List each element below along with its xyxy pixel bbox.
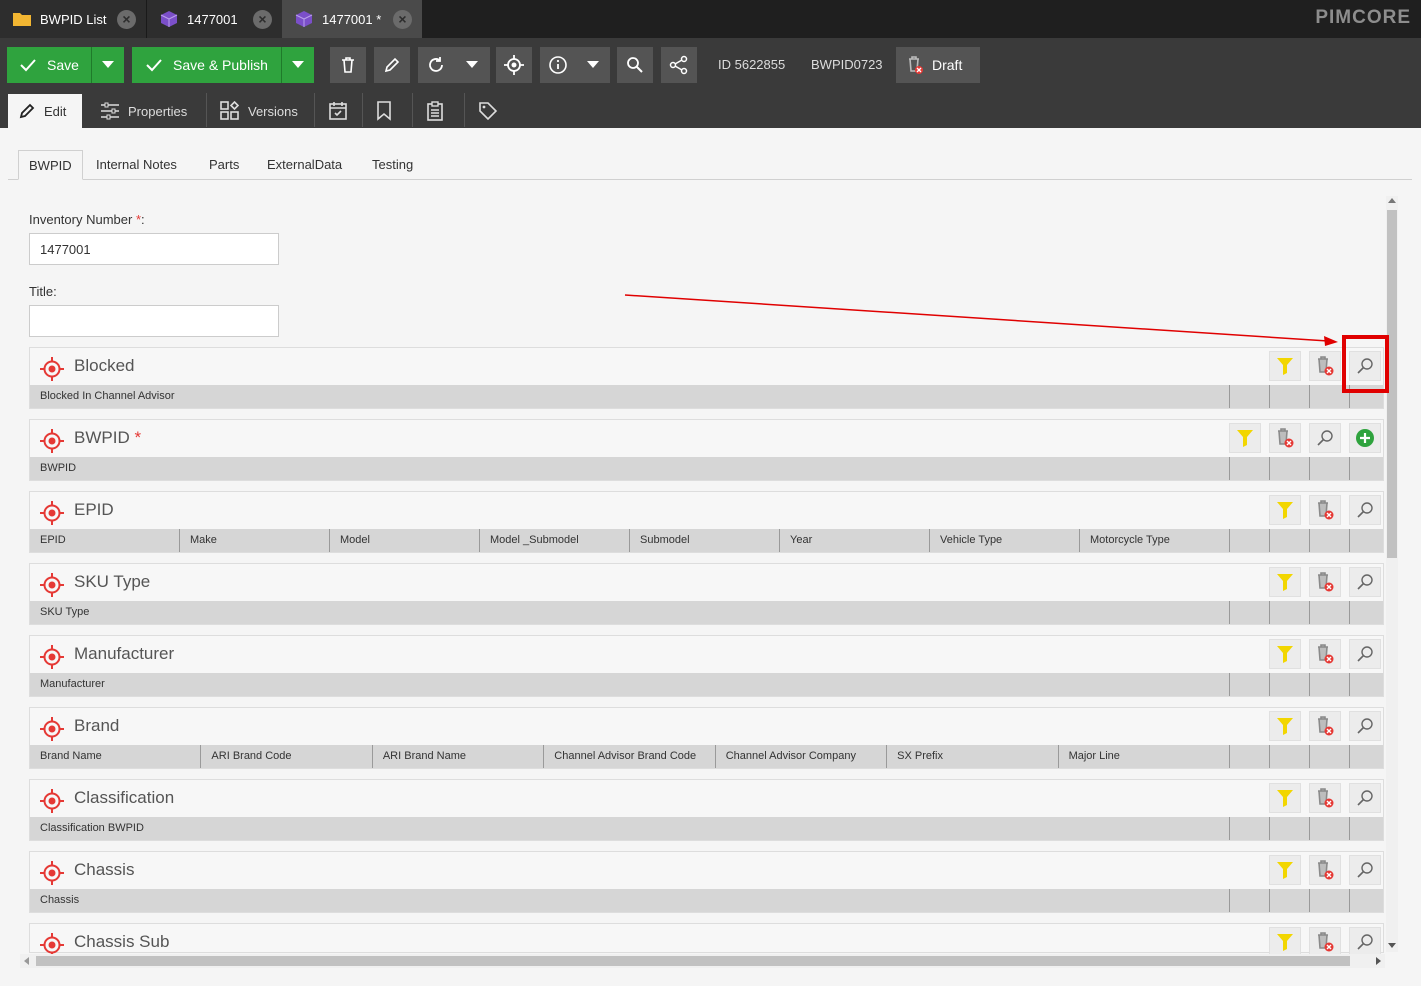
annotation-highlight-box bbox=[1342, 335, 1389, 393]
annotation-arrow bbox=[624, 294, 1338, 346]
